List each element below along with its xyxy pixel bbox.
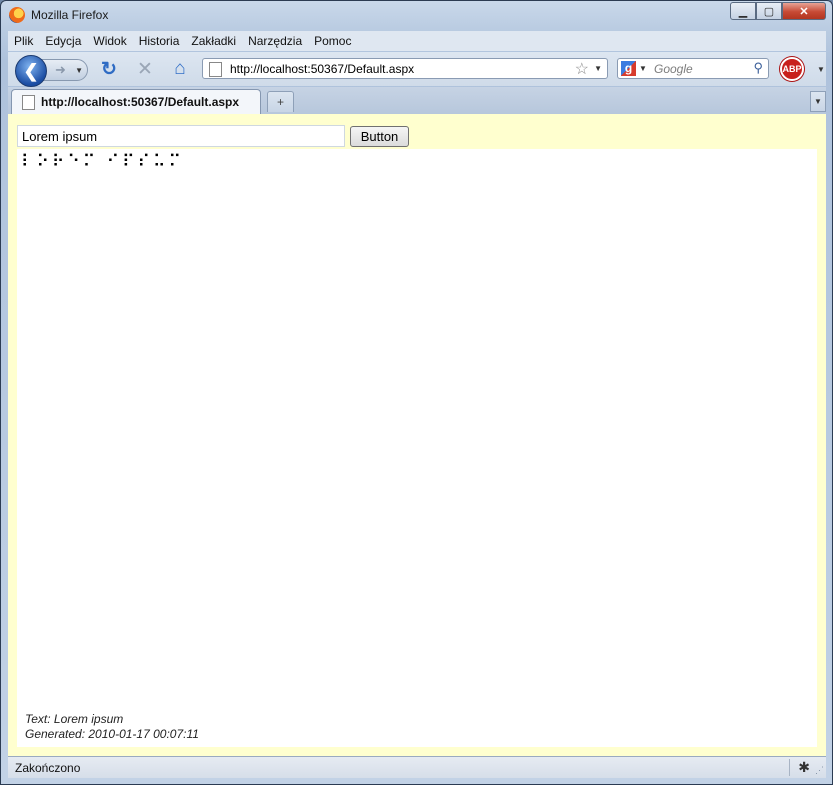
tab-bar: http://localhost:50367/Default.aspx + ▼ [8, 87, 826, 114]
url-dropdown-icon[interactable]: ▼ [594, 64, 602, 73]
close-button[interactable]: ✕ [782, 2, 826, 20]
address-bar[interactable]: http://localhost:50367/Default.aspx ☆ ▼ [202, 58, 608, 79]
info-block: Text: Lorem ipsum Generated: 2010-01-17 … [25, 712, 199, 742]
maximize-button[interactable]: ▢ [756, 2, 782, 20]
engine-dropdown-icon[interactable]: ▼ [639, 64, 647, 73]
new-tab-button[interactable]: + [267, 91, 294, 112]
back-arrow-icon: ❮ [23, 60, 39, 81]
search-bar[interactable]: g ▼ Google ⚲ [617, 58, 769, 79]
title-bar: Mozilla Firefox ▁ ▢ ✕ [1, 1, 832, 30]
search-icon[interactable]: ⚲ [753, 60, 763, 76]
menu-zakladki[interactable]: Zakładki [185, 31, 242, 51]
status-bar: Zakończono ✱ ⋰ [8, 756, 826, 778]
navigation-toolbar: ➜ ▼ ❮ ↻ ✕ ⌂ http://localhost:50367/Defaul… [8, 52, 826, 87]
reload-icon[interactable]: ↻ [98, 58, 120, 80]
stop-icon[interactable]: ✕ [134, 58, 156, 80]
window-controls: ▁ ▢ ✕ [730, 2, 826, 21]
generated-line: Generated: 2010-01-17 00:07:11 [25, 727, 199, 741]
menu-narzedzia[interactable]: Narzędzia [242, 31, 308, 51]
menu-historia[interactable]: Historia [133, 31, 186, 51]
page-icon [22, 95, 35, 110]
text-line: Text: Lorem ipsum [25, 712, 124, 726]
status-divider [789, 759, 790, 776]
submit-button[interactable]: Button [350, 126, 409, 147]
page-content: Button ⠇⠕⠗⠑⠍ ⠊⠏⠎⠥⠍ Text: Lorem ipsum Gen… [8, 114, 826, 756]
menu-widok[interactable]: Widok [87, 31, 132, 51]
status-text: Zakończono [15, 761, 81, 775]
search-placeholder[interactable]: Google [654, 62, 693, 76]
menu-pomoc[interactable]: Pomoc [308, 31, 357, 51]
text-input[interactable] [17, 125, 345, 147]
tab-default-aspx[interactable]: http://localhost:50367/Default.aspx [11, 89, 261, 114]
menu-bar: Plik Edycja Widok Historia Zakładki Narzędzia… [8, 31, 826, 51]
history-dropdown-icon[interactable]: ▼ [75, 66, 83, 75]
window-title: Mozilla Firefox [31, 8, 109, 22]
menu-plik[interactable]: Plik [8, 31, 39, 51]
firefox-logo-icon [9, 7, 25, 23]
adblock-icon[interactable]: ABP [780, 57, 804, 81]
minimize-button[interactable]: ▁ [730, 2, 756, 20]
home-icon[interactable]: ⌂ [169, 58, 191, 80]
resize-grip-icon[interactable]: ⋰ [815, 765, 824, 776]
bookmark-star-icon[interactable]: ☆ [575, 59, 589, 79]
braille-output: ⠇⠕⠗⠑⠍ ⠊⠏⠎⠥⠍ [21, 152, 184, 172]
adblock-dropdown-icon[interactable]: ▼ [817, 65, 825, 74]
google-engine-icon[interactable]: g [621, 61, 636, 76]
url-text[interactable]: http://localhost:50367/Default.aspx [230, 62, 414, 76]
browser-window: Mozilla Firefox ▁ ▢ ✕ Plik Edycja Widok His… [0, 0, 833, 785]
page-icon [209, 62, 222, 77]
output-panel: ⠇⠕⠗⠑⠍ ⠊⠏⠎⠥⠍ Text: Lorem ipsum Generated:… [17, 149, 817, 747]
back-button[interactable]: ❮ [15, 55, 47, 87]
list-tabs-button[interactable]: ▼ [810, 91, 826, 112]
tab-label: http://localhost:50367/Default.aspx [41, 95, 240, 109]
menu-edycja[interactable]: Edycja [39, 31, 87, 51]
bug-icon[interactable]: ✱ [798, 759, 810, 776]
